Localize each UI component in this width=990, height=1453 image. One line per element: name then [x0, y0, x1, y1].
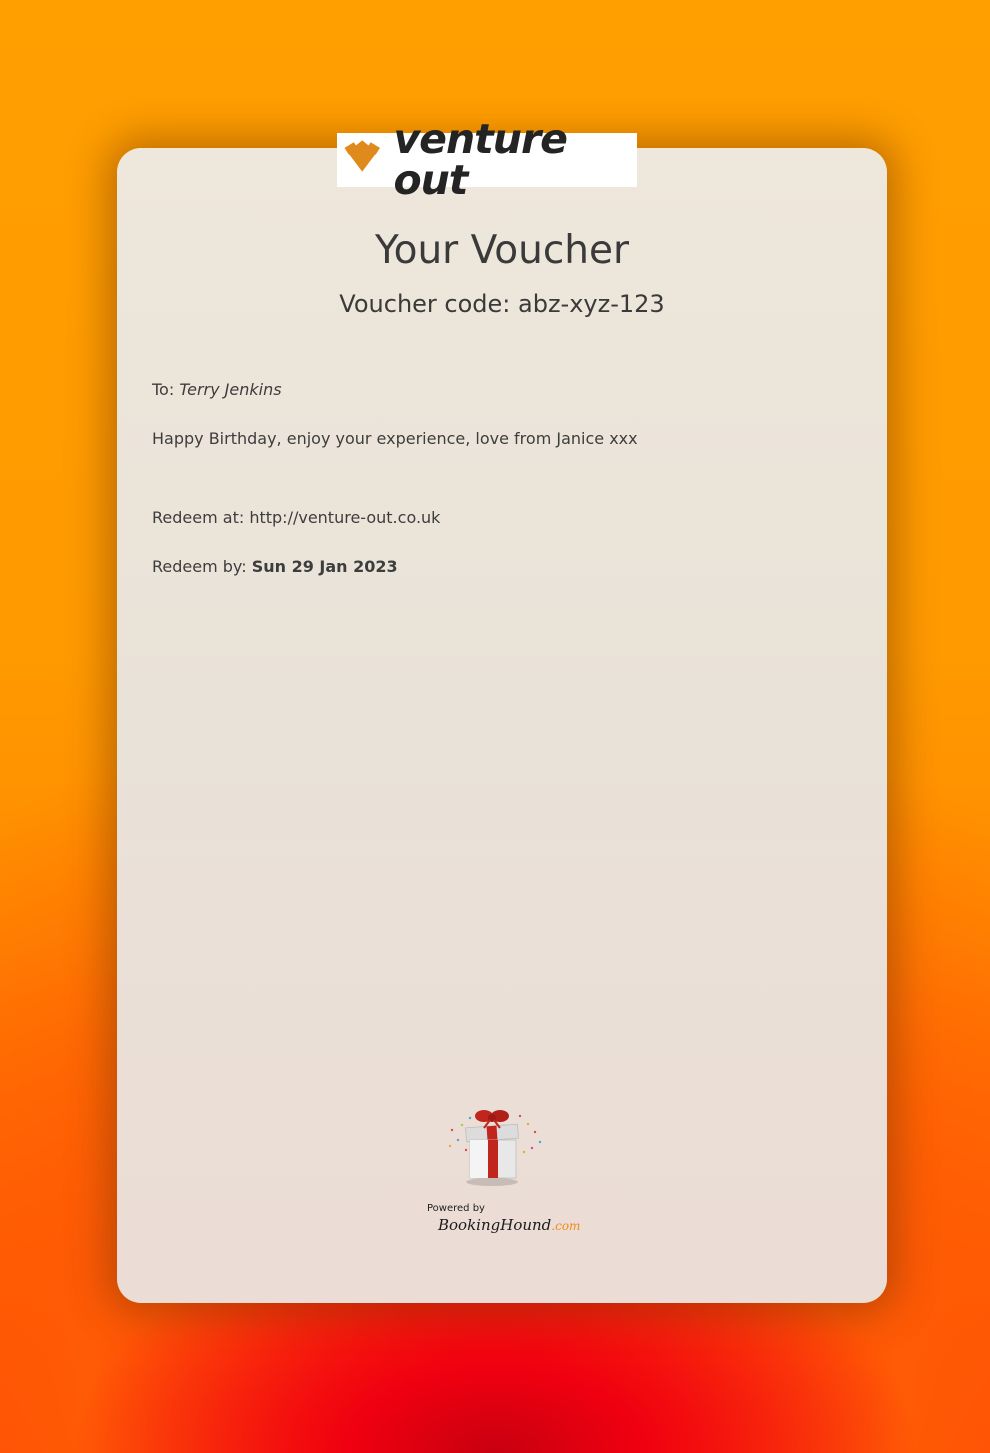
powered-by-label: Powered by	[427, 1203, 485, 1214]
redeem-by-label: Redeem by:	[152, 557, 247, 576]
to-label: To:	[152, 380, 175, 399]
redeem-by-line: Redeem by: Sun 29 Jan 2023	[152, 557, 398, 576]
bookinghound-suffix: .com	[551, 1219, 581, 1233]
redeem-url[interactable]: http://venture-out.co.uk	[249, 508, 440, 527]
voucher-title: Your Voucher	[374, 228, 630, 273]
redeem-by-date: Sun 29 Jan 2023	[251, 557, 398, 576]
bookinghound-logo[interactable]: BookingHound.com	[438, 1216, 580, 1234]
recipient-line: To: Terry Jenkins	[152, 380, 282, 399]
venture-out-chevron-icon	[344, 140, 380, 177]
brand-name: venture out	[393, 115, 568, 204]
redeem-at-label: Redeem at:	[152, 508, 245, 527]
voucher-code: Voucher code: abz-xyz-123	[339, 290, 665, 318]
venture-out-logo: venture out	[337, 119, 637, 201]
gift-message: Happy Birthday, enjoy your experience, l…	[152, 429, 638, 448]
recipient-name: Terry Jenkins	[179, 380, 282, 399]
gift-box-icon	[448, 1110, 542, 1186]
bookinghound-name: BookingHound	[438, 1216, 552, 1234]
redeem-at-line: Redeem at: http://venture-out.co.uk	[152, 508, 440, 527]
